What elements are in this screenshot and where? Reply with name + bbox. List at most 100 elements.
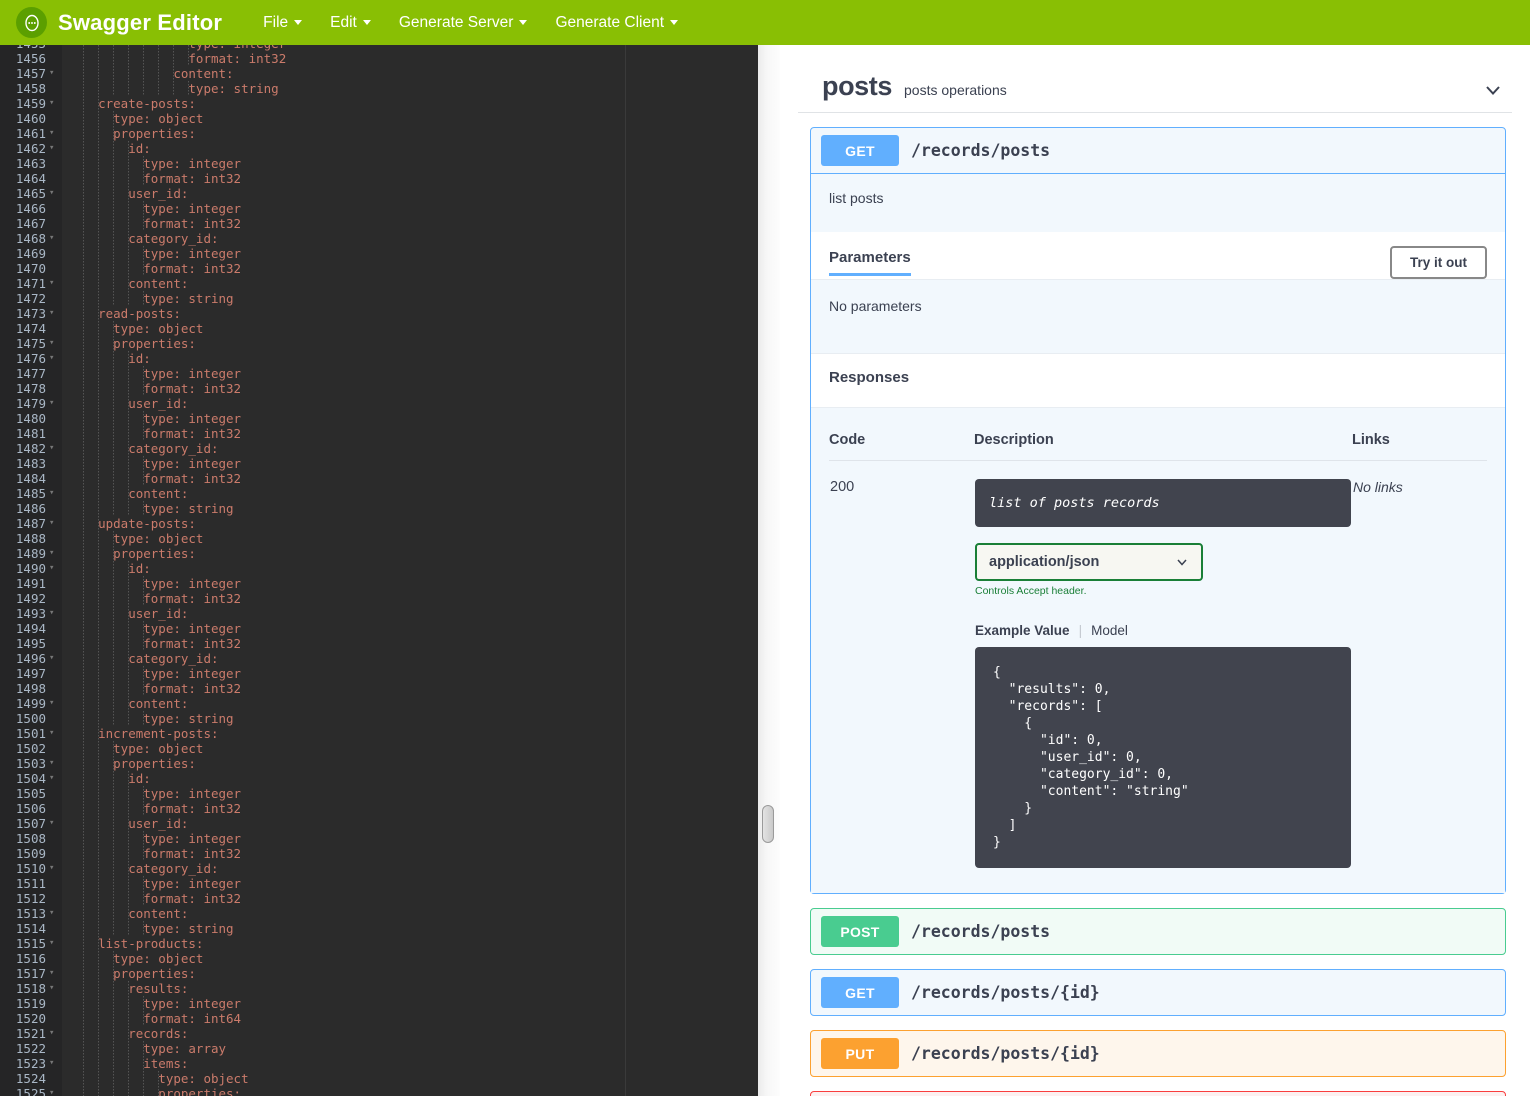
code-line[interactable]: 1482 ▾ category_id: (0, 441, 758, 456)
chevron-down-icon[interactable] (1480, 77, 1506, 108)
code-line[interactable]: 1502 type: object (0, 741, 758, 756)
fold-arrow-icon[interactable]: ▾ (49, 726, 54, 741)
operation-summary-row[interactable]: PUT /records/posts/{id} (811, 1031, 1505, 1076)
code-line[interactable]: 1498 format: int32 (0, 681, 758, 696)
code-line[interactable]: 1461 ▾ properties: (0, 126, 758, 141)
fold-arrow-icon[interactable]: ▾ (49, 981, 54, 996)
code-line[interactable]: 1458 type: string (0, 81, 758, 96)
fold-arrow-icon[interactable]: ▾ (49, 396, 54, 411)
fold-arrow-icon[interactable]: ▾ (49, 936, 54, 951)
code-line[interactable]: 1518 ▾ results: (0, 981, 758, 996)
code-line[interactable]: 1491 type: integer (0, 576, 758, 591)
code-line[interactable]: 1510 ▾ category_id: (0, 861, 758, 876)
code-line[interactable]: 1457 ▾ content: (0, 66, 758, 81)
operation-put-records-posts-id[interactable]: PUT /records/posts/{id} (810, 1030, 1506, 1077)
code-line[interactable]: 1512 format: int32 (0, 891, 758, 906)
code-line[interactable]: 1466 type: integer (0, 201, 758, 216)
code-line[interactable]: 1505 type: integer (0, 786, 758, 801)
fold-arrow-icon[interactable]: ▾ (49, 126, 54, 141)
code-line[interactable]: 1499 ▾ content: (0, 696, 758, 711)
fold-arrow-icon[interactable]: ▾ (49, 141, 54, 156)
code-line[interactable]: 1506 format: int32 (0, 801, 758, 816)
fold-arrow-icon[interactable]: ▾ (49, 696, 54, 711)
fold-arrow-icon[interactable]: ▾ (49, 516, 54, 531)
editor-code-area[interactable]: 1455type: integer1456format: int321457▾c… (0, 45, 758, 1096)
code-line[interactable]: 1476 ▾ id: (0, 351, 758, 366)
code-line[interactable]: 1456 format: int32 (0, 51, 758, 66)
tab-model[interactable]: Model (1091, 623, 1128, 638)
code-line[interactable]: 1463 type: integer (0, 156, 758, 171)
operation-summary-row[interactable]: GET /records/posts (811, 128, 1505, 173)
code-line[interactable]: 1485 ▾ content: (0, 486, 758, 501)
menu-item-generate-client[interactable]: Generate Client (555, 14, 679, 32)
swagger-ui-preview[interactable]: posts posts operations GET /records/post… (780, 45, 1530, 1096)
code-line[interactable]: 1520 format: int64 (0, 1011, 758, 1026)
code-line[interactable]: 1459 ▾ create-posts: (0, 96, 758, 111)
code-line[interactable]: 1465 ▾ user_id: (0, 186, 758, 201)
fold-arrow-icon[interactable]: ▾ (49, 351, 54, 366)
fold-arrow-icon[interactable]: ▾ (49, 486, 54, 501)
code-line[interactable]: 1472 type: string (0, 291, 758, 306)
fold-arrow-icon[interactable]: ▾ (49, 906, 54, 921)
fold-arrow-icon[interactable]: ▾ (49, 336, 54, 351)
fold-arrow-icon[interactable]: ▾ (49, 96, 54, 111)
code-line[interactable]: 1507 ▾ user_id: (0, 816, 758, 831)
code-line[interactable]: 1511 type: integer (0, 876, 758, 891)
media-type-select[interactable]: application/json (975, 543, 1203, 581)
operation-post-records-posts[interactable]: POST /records/posts (810, 908, 1506, 955)
tab-parameters[interactable]: Parameters (829, 249, 911, 276)
fold-arrow-icon[interactable]: ▾ (49, 66, 54, 81)
splitter-handle[interactable] (762, 805, 774, 843)
code-line[interactable]: 1474 type: object (0, 321, 758, 336)
code-line[interactable]: 1519 type: integer (0, 996, 758, 1011)
code-line[interactable]: 1516 type: object (0, 951, 758, 966)
code-line[interactable]: 1464 format: int32 (0, 171, 758, 186)
code-line[interactable]: 1492 format: int32 (0, 591, 758, 606)
code-line[interactable]: 1469 type: integer (0, 246, 758, 261)
try-it-out-button[interactable]: Try it out (1390, 246, 1487, 279)
code-line[interactable]: 1486 type: string (0, 501, 758, 516)
fold-arrow-icon[interactable]: ▾ (49, 651, 54, 666)
code-line[interactable]: 1494 type: integer (0, 621, 758, 636)
code-line[interactable]: 1484 format: int32 (0, 471, 758, 486)
operation-summary-row[interactable]: GET /records/posts/{id} (811, 970, 1505, 1015)
code-line[interactable]: 1501 ▾ increment-posts: (0, 726, 758, 741)
code-line[interactable]: 1473 ▾ read-posts: (0, 306, 758, 321)
code-line[interactable]: 1483 type: integer (0, 456, 758, 471)
code-line[interactable]: 1468 ▾ category_id: (0, 231, 758, 246)
fold-arrow-icon[interactable]: ▾ (49, 816, 54, 831)
fold-arrow-icon[interactable]: ▾ (49, 546, 54, 561)
code-line[interactable]: 1462 ▾ id: (0, 141, 758, 156)
menu-item-file[interactable]: File (263, 14, 303, 32)
code-line[interactable]: 1489 ▾ properties: (0, 546, 758, 561)
menu-item-edit[interactable]: Edit (330, 14, 371, 32)
fold-arrow-icon[interactable]: ▾ (49, 1086, 54, 1096)
code-line[interactable]: 1508 type: integer (0, 831, 758, 846)
code-line[interactable]: 1480 type: integer (0, 411, 758, 426)
fold-arrow-icon[interactable]: ▾ (49, 1056, 54, 1071)
code-line[interactable]: 1471 ▾ content: (0, 276, 758, 291)
fold-arrow-icon[interactable]: ▾ (49, 306, 54, 321)
code-line[interactable]: 1503 ▾ properties: (0, 756, 758, 771)
code-line[interactable]: 1495 format: int32 (0, 636, 758, 651)
code-line[interactable]: 1496 ▾ category_id: (0, 651, 758, 666)
fold-arrow-icon[interactable]: ▾ (49, 276, 54, 291)
code-line[interactable]: 1525 ▾ properties: (0, 1086, 758, 1096)
fold-arrow-icon[interactable]: ▾ (49, 1026, 54, 1041)
fold-arrow-icon[interactable]: ▾ (49, 771, 54, 786)
code-line[interactable]: 1514 type: string (0, 921, 758, 936)
fold-arrow-icon[interactable]: ▾ (49, 186, 54, 201)
code-line[interactable]: 1513 ▾ content: (0, 906, 758, 921)
code-line[interactable]: 1509 format: int32 (0, 846, 758, 861)
code-line[interactable]: 1481 format: int32 (0, 426, 758, 441)
tab-example-value[interactable]: Example Value (975, 623, 1070, 638)
code-line[interactable]: 1460 type: object (0, 111, 758, 126)
fold-arrow-icon[interactable]: ▾ (49, 441, 54, 456)
code-line[interactable]: 1500 type: string (0, 711, 758, 726)
code-line[interactable]: 1488 type: object (0, 531, 758, 546)
fold-arrow-icon[interactable]: ▾ (49, 861, 54, 876)
fold-arrow-icon[interactable]: ▾ (49, 561, 54, 576)
code-line[interactable]: 1524 type: object (0, 1071, 758, 1086)
pane-splitter[interactable] (758, 45, 780, 1096)
code-line[interactable]: 1479 ▾ user_id: (0, 396, 758, 411)
